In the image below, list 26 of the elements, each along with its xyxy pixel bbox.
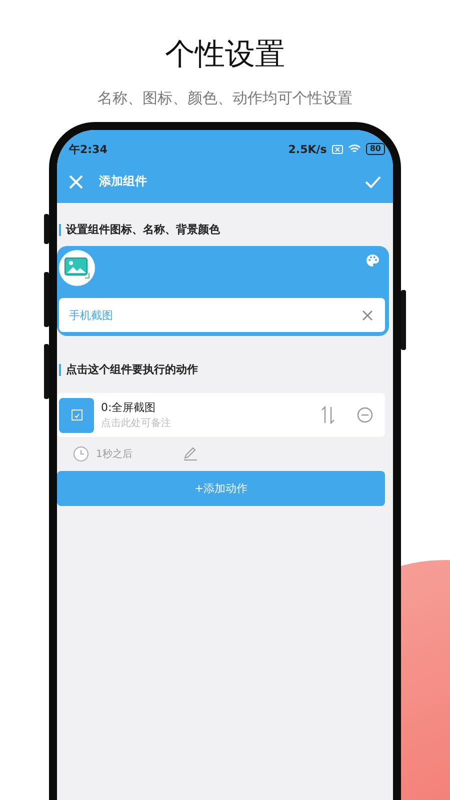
clear-icon[interactable]: [362, 310, 373, 321]
remove-icon[interactable]: [357, 407, 373, 423]
add-action-button[interactable]: +添加动作: [57, 471, 385, 506]
action-title: 0:全屏截图: [101, 400, 157, 415]
network-speed: 2.5K/s: [288, 142, 327, 156]
palette-icon[interactable]: [366, 254, 379, 267]
page-subtitle: 名称、图标、颜色、动作均可个性设置: [98, 89, 352, 108]
reorder-icon[interactable]: [321, 406, 335, 424]
action-item[interactable]: 0:全屏截图 点击此处可备注: [57, 393, 385, 437]
toolbar-title: 添加组件: [99, 173, 148, 190]
confirm-button[interactable]: [363, 174, 383, 190]
edit-icon[interactable]: [182, 447, 198, 461]
wifi-icon: [348, 144, 361, 154]
screenshot-action-icon: [59, 398, 94, 432]
clock-icon: [73, 446, 89, 462]
section-heading: 点击这个组件要执行的动作: [59, 364, 393, 376]
name-input-field[interactable]: 手机截图: [59, 298, 385, 332]
status-time: 午2:34: [69, 142, 108, 156]
widget-icon-button[interactable]: [59, 250, 95, 286]
battery-indicator: 80: [366, 143, 385, 155]
note-hint: 点击此处可备注: [101, 416, 172, 430]
delay-label: 1秒之后: [96, 448, 132, 461]
section-heading: 设置组件图标、名称、背景颜色: [59, 224, 393, 236]
close-button[interactable]: [67, 172, 85, 190]
page-title: 个性设置: [165, 36, 285, 74]
sim-icon: [332, 144, 343, 154]
